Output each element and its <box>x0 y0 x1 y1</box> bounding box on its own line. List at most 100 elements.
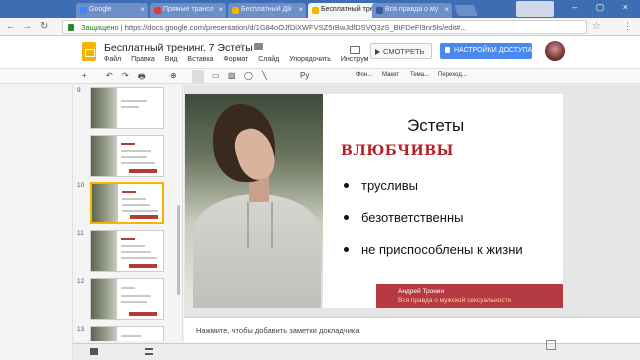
slide-thumbnail[interactable]: 11 <box>73 230 181 278</box>
bullet-item: не приспособлены к жизни <box>343 242 523 274</box>
secure-label: Защищено <box>81 23 119 32</box>
portrait-photo[interactable] <box>185 94 323 308</box>
text-box-icon[interactable]: ▭ <box>212 71 220 80</box>
line-icon[interactable]: ╲ <box>262 71 267 80</box>
bookmark-star-icon[interactable]: ☆ <box>592 21 601 32</box>
thumbnail-text-line <box>121 257 157 259</box>
thumbnail-text-line <box>122 198 146 200</box>
tab-whole-truth[interactable]: Вся правда о му × <box>372 3 452 18</box>
screen: Google × Прямые трансл × Бесплатный Дй ×… <box>0 0 640 360</box>
author-tagline: Вся правда о мужской сексуальности <box>398 297 512 304</box>
play-icon <box>375 49 380 56</box>
profile-badge-icon[interactable] <box>516 1 554 17</box>
slide-canvas: Эстеты ВЛЮБЧИВЫ трусливы безответственны… <box>184 85 640 317</box>
google-favicon-icon <box>80 7 87 14</box>
menu-slide[interactable]: Слайд <box>258 56 279 63</box>
thumbnail-text-line <box>122 210 158 212</box>
transition-button[interactable]: Переход... <box>438 72 467 78</box>
notes-placeholder: Нажмите, чтобы добавить заметки докладчи… <box>196 326 360 335</box>
thumbnail-footer <box>129 169 157 173</box>
slide-thumbnail[interactable]: 12 <box>73 278 181 326</box>
menu-edit[interactable]: Правка <box>131 56 155 63</box>
slide-number: 9 <box>77 87 81 94</box>
google-slides-logo-icon[interactable] <box>82 42 96 61</box>
back-arrow-icon[interactable]: ← <box>6 21 16 32</box>
explore-icon[interactable] <box>546 340 556 350</box>
close-tab-icon[interactable]: × <box>444 5 449 14</box>
author-banner[interactable]: Андрей Тронин Вся правда о мужской сексу… <box>376 284 563 308</box>
url-input[interactable]: Защищено | https://docs.google.com/prese… <box>62 20 587 34</box>
zoom-icon[interactable]: ⊕ <box>170 71 177 80</box>
thumbnail-photo <box>91 88 117 128</box>
comments-icon[interactable] <box>350 46 360 54</box>
close-tab-icon[interactable]: × <box>140 5 145 14</box>
share-button[interactable]: НАСТРОЙКИ ДОСТУПА <box>440 43 532 59</box>
lock-icon <box>68 24 74 31</box>
thumbnail-text-line <box>121 245 145 247</box>
lock-icon <box>445 47 450 53</box>
document-title[interactable]: Бесплатный тренинг. 7 Эстеты <box>104 42 253 54</box>
filmstrip-scrollbar[interactable] <box>177 205 180 295</box>
menu-insert[interactable]: Вставка <box>187 56 213 63</box>
background-button[interactable]: Фон... <box>356 72 372 78</box>
layout-button[interactable]: Макет <box>382 72 399 78</box>
filmstrip-view-icon[interactable] <box>145 348 153 355</box>
grid-view-icon[interactable] <box>90 348 98 355</box>
thumbnail-text-line <box>121 301 147 303</box>
shape-icon[interactable]: ◯ <box>244 71 253 80</box>
slide-number: 11 <box>77 230 84 237</box>
close-tab-icon[interactable]: × <box>218 5 223 14</box>
slide-thumbnail[interactable] <box>73 135 181 183</box>
browser-menu-icon[interactable]: ⋮ <box>623 21 632 32</box>
speaker-notes[interactable]: Нажмите, чтобы добавить заметки докладчи… <box>184 317 640 343</box>
tab-live-streams[interactable]: Прямые трансл × <box>150 3 226 18</box>
thumbnail-image <box>90 326 164 341</box>
thumbnail-image <box>90 87 164 129</box>
thumbnail-footer <box>129 264 157 268</box>
thumbnail-heading <box>122 191 136 193</box>
image-icon[interactable]: ▨ <box>228 71 236 80</box>
photo-drawstring <box>271 202 273 248</box>
browser-tabstrip: Google × Прямые трансл × Бесплатный Дй ×… <box>0 0 640 18</box>
author-name: Андрей Тронин <box>398 288 445 295</box>
present-button[interactable]: СМОТРЕТЬ <box>370 43 432 59</box>
menu-arrange[interactable]: Упорядочить <box>289 56 331 63</box>
new-slide-icon[interactable]: + <box>82 71 87 80</box>
slide-thumbnail[interactable]: 9 <box>73 87 181 135</box>
address-bar-row: ← → ↻ Защищено | https://docs.google.com… <box>0 18 640 36</box>
slide-title[interactable]: Эстеты <box>407 116 464 136</box>
slide-thumbnail-selected[interactable]: 10 <box>73 182 181 230</box>
menu-file[interactable]: Файл <box>104 56 121 63</box>
window-controls[interactable]: – ▢ × <box>572 2 636 13</box>
redo-icon[interactable]: ↷ <box>122 71 129 80</box>
youtube-favicon-icon <box>154 7 161 14</box>
slide-thumbnail[interactable]: 13 <box>73 326 181 341</box>
menu-view[interactable]: Вид <box>165 56 178 63</box>
thumbnail-image <box>90 135 164 177</box>
reload-icon[interactable]: ↻ <box>40 21 48 32</box>
thumbnail-photo <box>91 231 117 271</box>
menu-format[interactable]: Формат <box>223 56 248 63</box>
tab-google[interactable]: Google × <box>76 3 148 18</box>
tab-free-training-1[interactable]: Бесплатный Дй × <box>228 3 306 18</box>
avatar[interactable] <box>545 41 565 61</box>
print-icon[interactable]: 🖶 <box>138 71 146 85</box>
tab-label: Бесплатный трен <box>321 6 378 13</box>
close-tab-icon[interactable]: × <box>298 5 303 14</box>
new-tab-button[interactable] <box>453 5 479 16</box>
select-tool-icon[interactable] <box>192 70 204 83</box>
slide-subtitle[interactable]: ВЛЮБЧИВЫ <box>341 143 454 159</box>
editor-toolbar: + ↶ ↷ 🖶 ⊕ ▭ ▨ ◯ ╲ Ру Фон... Макет Тема..… <box>0 68 640 84</box>
text-style-icon[interactable]: Ру <box>300 71 309 80</box>
menu-tools[interactable]: Инструм <box>341 56 369 63</box>
folder-icon[interactable] <box>254 43 263 50</box>
bullet-list[interactable]: трусливы безответственны не приспособлен… <box>343 178 523 274</box>
star-document-icon[interactable]: ☆ <box>237 41 246 52</box>
thumbnail-heading <box>121 238 135 240</box>
current-slide[interactable]: Эстеты ВЛЮБЧИВЫ трусливы безответственны… <box>185 94 563 308</box>
tab-label: Google <box>89 6 112 13</box>
undo-icon[interactable]: ↶ <box>106 71 113 80</box>
thumbnail-footer <box>130 215 158 219</box>
theme-button[interactable]: Тема... <box>410 72 429 78</box>
forward-arrow-icon[interactable]: → <box>22 21 32 32</box>
